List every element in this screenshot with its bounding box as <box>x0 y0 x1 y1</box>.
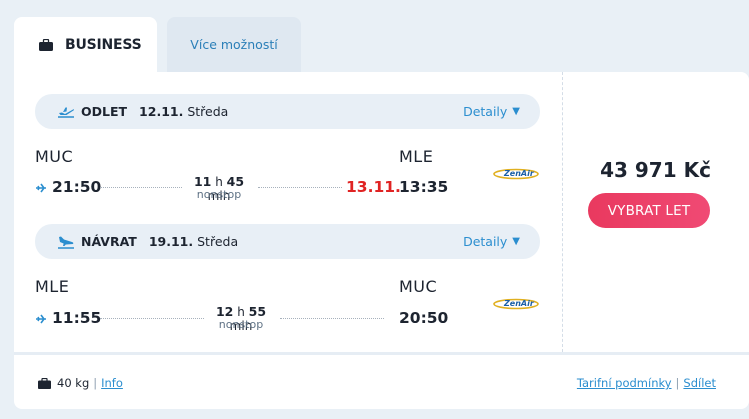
return-dep-time: 11:55 <box>52 309 102 327</box>
separator: | <box>675 376 680 390</box>
svg-text:ZenAir: ZenAir <box>503 299 535 308</box>
share-link[interactable]: Sdílet <box>683 376 716 390</box>
baggage-info: 40 kg | Info <box>38 376 123 390</box>
chevron-down-icon: ▼ <box>512 236 520 247</box>
landing-icon <box>57 235 75 249</box>
return-to-code: MUC <box>399 277 438 296</box>
luggage-icon <box>38 377 51 389</box>
outbound-arr-time: 13:35 <box>399 178 449 196</box>
vertical-divider <box>562 72 563 352</box>
outbound-day: Středa <box>187 104 229 119</box>
separator: | <box>93 376 98 390</box>
price: 43 971 Kč <box>600 158 711 182</box>
outbound-detail-label: Detaily <box>463 104 508 119</box>
outbound-line-right <box>258 187 342 188</box>
info-link[interactable]: Info <box>101 376 123 390</box>
outbound-to-code: MLE <box>399 147 434 166</box>
footer-links: Tarifní podmínky | Sdílet <box>577 376 716 390</box>
departure-plane-icon <box>36 183 46 193</box>
return-duration-hours-unit: h <box>237 305 245 319</box>
outbound-header: ODLET 12.11. Středa Detaily ▼ <box>35 94 540 129</box>
outbound-direction: ODLET <box>81 104 128 119</box>
fare-conditions-link[interactable]: Tarifní podmínky <box>577 376 672 390</box>
return-stops: nonstop <box>218 318 264 331</box>
cabin-tabs: BUSINESS Více možností <box>14 17 301 72</box>
return-arr-time: 20:50 <box>399 309 449 327</box>
airline-logo: ZenAir <box>493 168 539 180</box>
return-detail-link[interactable]: Detaily ▼ <box>463 234 520 249</box>
svg-text:ZenAir: ZenAir <box>503 169 535 178</box>
return-direction: NÁVRAT <box>81 234 137 249</box>
return-day: Středa <box>197 234 239 249</box>
flight-card: ODLET 12.11. Středa Detaily ▼ MUC MLE 21… <box>14 72 749 409</box>
tab-business-label: BUSINESS <box>65 36 142 53</box>
chevron-down-icon: ▼ <box>512 106 520 117</box>
outbound-detail-link[interactable]: Detaily ▼ <box>463 104 520 119</box>
briefcase-icon <box>39 38 53 51</box>
outbound-line-left <box>100 187 182 188</box>
return-line-left <box>100 318 204 319</box>
outbound-arr-date: 13.11. <box>346 178 401 196</box>
outbound-duration-hours-unit: h <box>215 175 223 189</box>
outbound-date: 12.11. <box>139 104 184 119</box>
outbound-from-code: MUC <box>35 147 74 166</box>
outbound-duration-hours: 11 <box>193 174 212 189</box>
card-footer: 40 kg | Info Tarifní podmínky | Sdílet <box>14 355 749 409</box>
return-duration-minutes: 55 <box>248 304 267 319</box>
airline-logo: ZenAir <box>493 298 539 310</box>
return-from-code: MLE <box>35 277 70 296</box>
takeoff-icon <box>57 105 75 119</box>
tab-more-options[interactable]: Více možností <box>167 17 301 72</box>
return-detail-label: Detaily <box>463 234 508 249</box>
return-header: NÁVRAT 19.11. Středa Detaily ▼ <box>35 224 540 259</box>
outbound-duration-minutes: 45 <box>226 174 245 189</box>
tab-more-options-label: Více možností <box>190 37 278 52</box>
outbound-stops: nonstop <box>196 188 242 201</box>
tab-business[interactable]: BUSINESS <box>14 17 157 72</box>
return-duration-hours: 12 <box>215 304 234 319</box>
return-line-right <box>280 318 384 319</box>
return-date: 19.11. <box>148 234 194 249</box>
baggage-weight: 40 kg <box>57 376 90 390</box>
select-flight-button[interactable]: VYBRAT LET <box>588 193 710 228</box>
departure-plane-icon <box>36 314 46 324</box>
outbound-dep-time: 21:50 <box>52 178 102 196</box>
